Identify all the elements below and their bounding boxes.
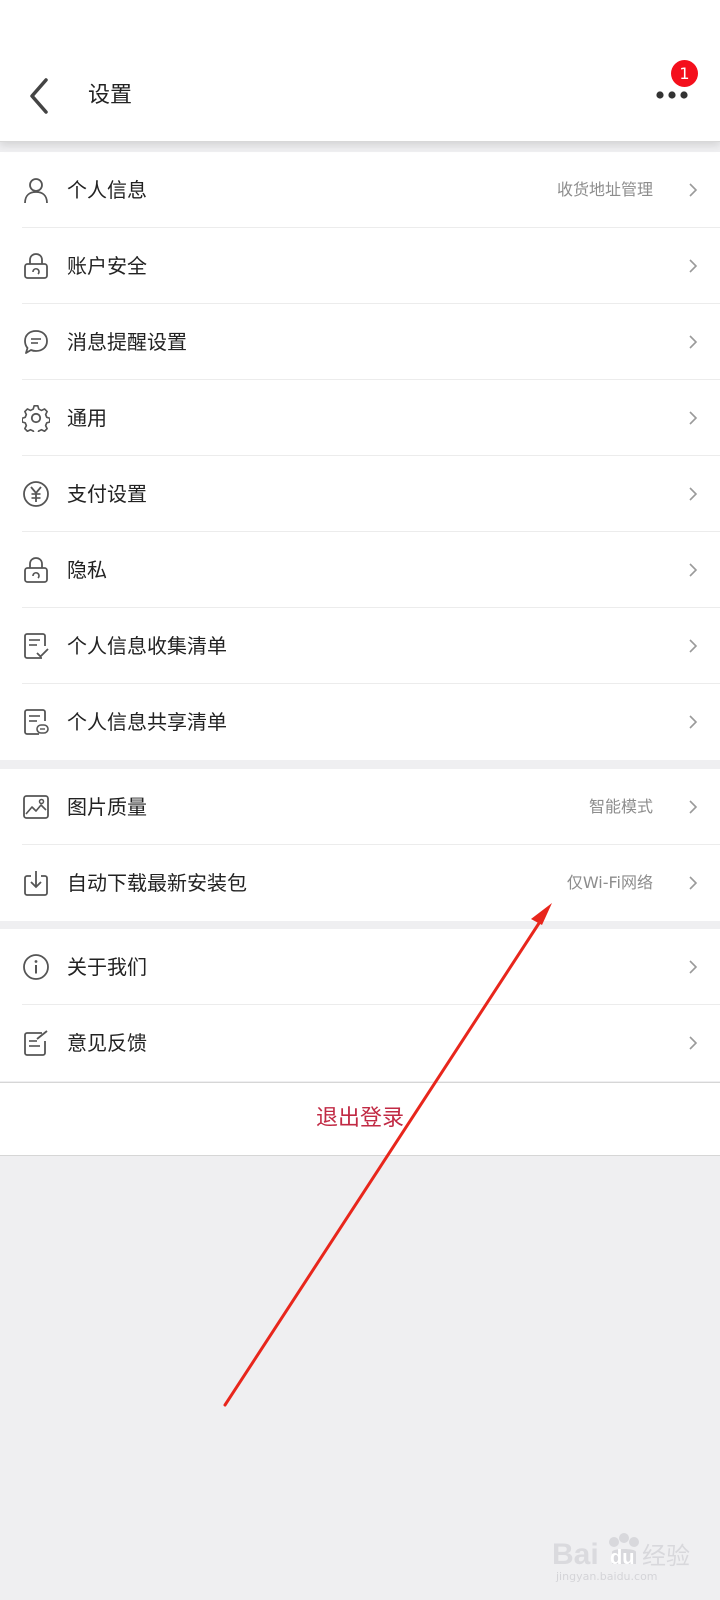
chevron-right-icon xyxy=(689,876,698,890)
logout-label: 退出登录 xyxy=(315,1106,404,1131)
chevron-right-icon xyxy=(689,960,698,974)
settings-item-notifications[interactable]: 消息提醒设置 xyxy=(0,304,720,380)
watermark-url: jingyan.baidu.com xyxy=(556,1570,658,1583)
settings-group-media: 图片质量 智能模式 自动下载最新安装包 仅Wi-Fi网络 xyxy=(0,769,720,921)
settings-item-value: 仅Wi-Fi网络 xyxy=(566,873,653,892)
gear-icon xyxy=(22,405,50,432)
chevron-left-icon[interactable] xyxy=(22,74,58,118)
settings-item-value: 收货地址管理 xyxy=(556,180,653,199)
settings-item-label: 自动下载最新安装包 xyxy=(67,871,247,895)
settings-item-info-collection-list[interactable]: 个人信息收集清单 xyxy=(0,608,720,684)
settings-item-payment[interactable]: 支付设置 xyxy=(0,456,720,532)
settings-item-privacy[interactable]: 隐私 xyxy=(0,532,720,608)
lock-icon xyxy=(24,253,48,279)
settings-item-label: 支付设置 xyxy=(67,482,147,506)
user-icon xyxy=(24,178,48,204)
settings-item-info-sharing-list[interactable]: 个人信息共享清单 xyxy=(0,684,720,760)
yen-circle-icon xyxy=(23,481,49,507)
chevron-right-icon xyxy=(689,183,698,197)
settings-item-image-quality[interactable]: 图片质量 智能模式 xyxy=(0,769,720,845)
settings-item-general[interactable]: 通用 xyxy=(0,380,720,456)
chevron-right-icon xyxy=(689,715,698,729)
chevron-right-icon xyxy=(689,639,698,653)
settings-item-label: 意见反馈 xyxy=(67,1031,147,1055)
info-circle-icon xyxy=(23,954,49,980)
chevron-right-icon xyxy=(689,411,698,425)
svg-text:Bai: Bai xyxy=(552,1538,599,1571)
chevron-right-icon xyxy=(689,800,698,814)
settings-item-label: 隐私 xyxy=(67,558,107,582)
lock-icon xyxy=(24,557,48,583)
chevron-right-icon xyxy=(689,487,698,501)
top-app-bar: 设置 1 xyxy=(0,0,720,142)
checklist-icon xyxy=(24,633,49,659)
settings-item-label: 账户安全 xyxy=(67,254,147,278)
settings-item-feedback[interactable]: 意见反馈 xyxy=(0,1005,720,1081)
settings-item-auto-download[interactable]: 自动下载最新安装包 仅Wi-Fi网络 xyxy=(0,845,720,921)
settings-item-value: 智能模式 xyxy=(588,797,653,816)
chevron-right-icon xyxy=(689,335,698,349)
settings-item-label: 个人信息 xyxy=(67,178,147,202)
settings-item-label: 关于我们 xyxy=(67,955,147,979)
image-icon xyxy=(23,795,49,819)
settings-group-about: 关于我们 意见反馈 xyxy=(0,929,720,1081)
chevron-right-icon xyxy=(689,563,698,577)
settings-item-about-us[interactable]: 关于我们 xyxy=(0,929,720,1005)
settings-item-label: 通用 xyxy=(67,406,107,430)
notification-badge: 1 xyxy=(671,60,698,87)
settings-item-personal-info[interactable]: 个人信息 收货地址管理 xyxy=(0,152,720,228)
svg-text:du: du xyxy=(610,1547,634,1569)
edit-note-icon xyxy=(24,1030,48,1056)
settings-item-label: 消息提醒设置 xyxy=(67,330,187,354)
share-list-icon xyxy=(24,709,49,735)
settings-item-label: 个人信息共享清单 xyxy=(67,710,227,734)
settings-item-label: 图片质量 xyxy=(67,795,147,819)
logout-button[interactable]: 退出登录 xyxy=(0,1082,720,1156)
page-title: 设置 xyxy=(88,83,133,108)
chevron-right-icon xyxy=(689,259,698,273)
chat-bubble-icon xyxy=(24,330,48,354)
chevron-right-icon xyxy=(689,1036,698,1050)
svg-text:经验: 经验 xyxy=(642,1542,690,1570)
download-icon xyxy=(24,871,48,896)
settings-item-account-security[interactable]: 账户安全 xyxy=(0,228,720,304)
settings-item-label: 个人信息收集清单 xyxy=(67,634,227,658)
settings-group-account: 个人信息 收货地址管理 账户安全 消息提醒设置 通用 支付设置 隐私 个人信息收… xyxy=(0,152,720,760)
